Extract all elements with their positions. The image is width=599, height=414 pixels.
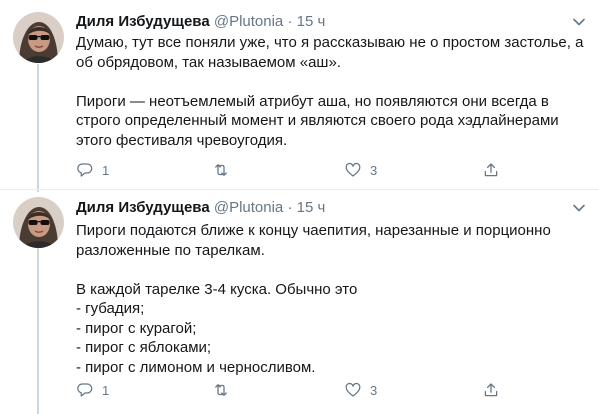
timestamp[interactable]: 15 ч bbox=[297, 13, 326, 30]
avatar-image bbox=[13, 12, 64, 63]
author-name[interactable]: Диля Избудущева bbox=[76, 13, 210, 30]
reply-button[interactable]: 1 bbox=[76, 380, 109, 400]
reply-count: 1 bbox=[102, 382, 110, 398]
tweet-header: Диля Избудущева @Plutonia · 15 ч bbox=[76, 199, 325, 216]
author-name[interactable]: Диля Избудущева bbox=[76, 199, 210, 216]
author-handle[interactable]: @Plutonia bbox=[214, 13, 283, 30]
timestamp[interactable]: 15 ч bbox=[297, 199, 326, 216]
tweet[interactable]: Диля Избудущева @Plutonia · 15 ч Думаю, … bbox=[0, 0, 599, 192]
tweet-paragraph: Пироги — неотъемлемый атрибут аша, но по… bbox=[76, 92, 559, 149]
chevron-down-icon[interactable] bbox=[572, 201, 586, 215]
avatar-image bbox=[13, 197, 64, 248]
share-button[interactable] bbox=[482, 380, 500, 400]
tweet-text: Думаю, тут все поняли уже, что я рассказ… bbox=[76, 33, 591, 150]
tweet-actions: 1 3 bbox=[76, 160, 516, 180]
like-button[interactable]: 3 bbox=[344, 160, 377, 180]
heart-icon bbox=[345, 382, 361, 397]
retweet-icon bbox=[215, 164, 227, 176]
tweet-header: Диля Избудущева @Plutonia · 15 ч bbox=[76, 13, 325, 30]
reply-button[interactable]: 1 bbox=[76, 160, 109, 180]
like-count: 3 bbox=[370, 382, 378, 398]
reply-icon bbox=[77, 163, 93, 177]
tweet-paragraph: Думаю, тут все поняли уже, что я рассказ… bbox=[76, 34, 584, 71]
reply-icon bbox=[77, 383, 93, 397]
tweet-paragraph: Пироги подаются ближе к концу чаепития, … bbox=[76, 222, 551, 259]
reply-count: 1 bbox=[102, 162, 110, 178]
share-icon bbox=[484, 163, 498, 177]
tweet-paragraph: В каждой тарелке 3-4 куска. Обычно это -… bbox=[76, 280, 358, 376]
author-handle[interactable]: @Plutonia bbox=[214, 199, 283, 216]
tweet-actions: 1 3 bbox=[76, 380, 516, 400]
retweet-button[interactable] bbox=[212, 380, 238, 400]
tweet-text: Пироги подаются ближе к концу чаепития, … bbox=[76, 221, 591, 377]
like-count: 3 bbox=[370, 162, 378, 178]
tweet[interactable]: Диля Избудущева @Plutonia · 15 ч Пироги … bbox=[0, 190, 599, 414]
like-button[interactable]: 3 bbox=[344, 380, 377, 400]
heart-icon bbox=[345, 162, 361, 177]
separator-dot: · bbox=[287, 199, 293, 216]
avatar[interactable] bbox=[13, 197, 64, 248]
share-button[interactable] bbox=[482, 160, 500, 180]
retweet-icon bbox=[215, 384, 227, 396]
share-icon bbox=[484, 383, 498, 397]
separator-dot: · bbox=[287, 13, 293, 30]
retweet-button[interactable] bbox=[212, 160, 238, 180]
chevron-down-icon[interactable] bbox=[572, 15, 586, 29]
avatar[interactable] bbox=[13, 12, 64, 63]
